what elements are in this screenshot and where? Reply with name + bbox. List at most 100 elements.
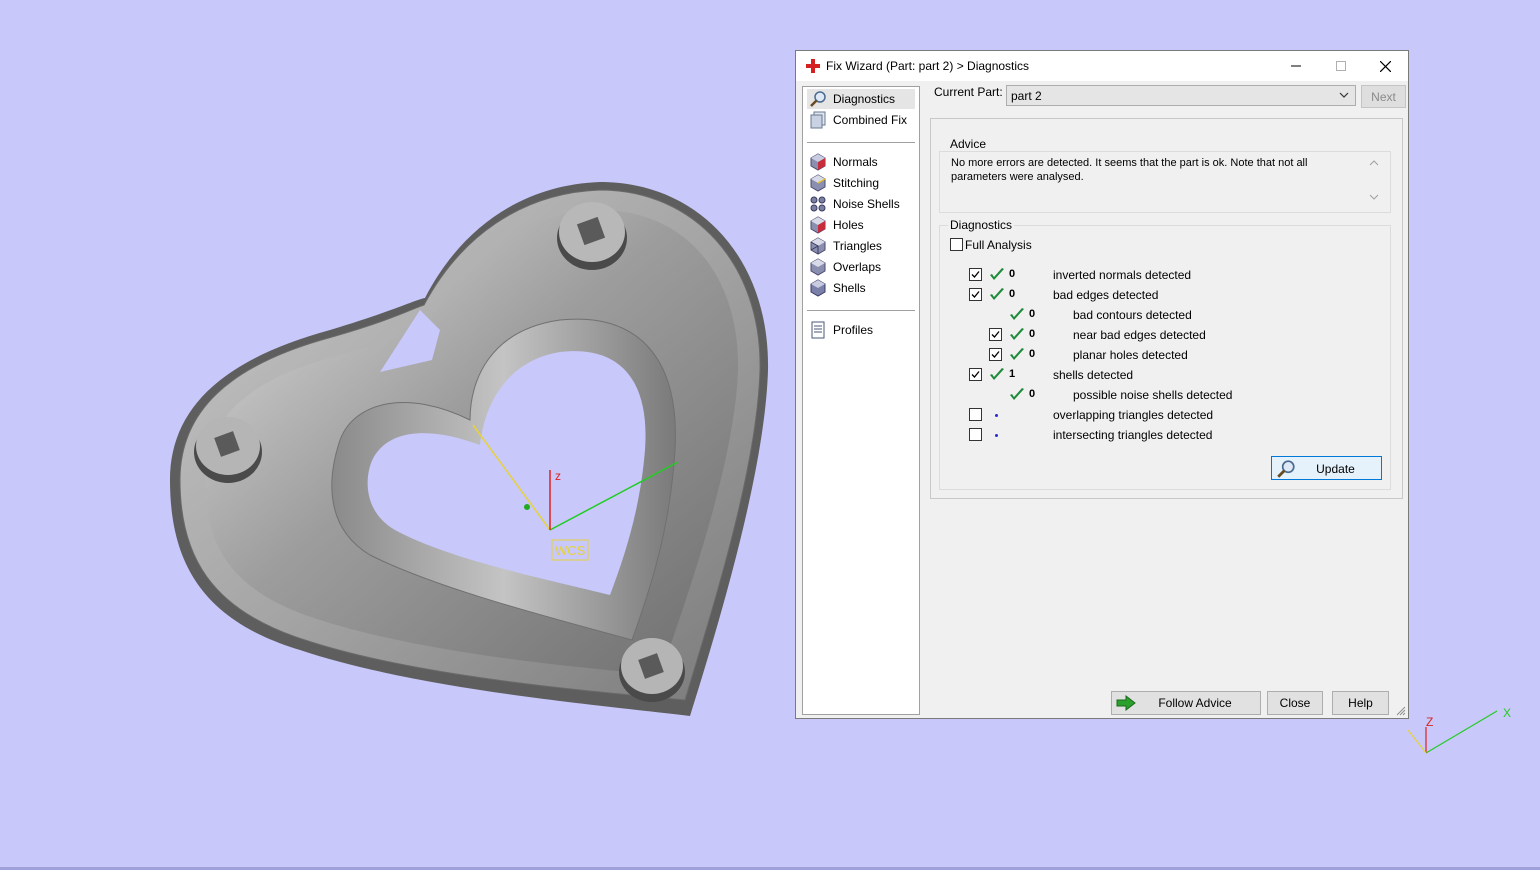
noise-shells-icon bbox=[810, 196, 826, 212]
green-check-icon bbox=[1009, 327, 1025, 343]
resize-grip-icon[interactable] bbox=[1396, 706, 1406, 716]
sidebar-item-label: Stitching bbox=[833, 176, 880, 190]
normals-cube-icon bbox=[810, 153, 826, 171]
sidebar-item-label: Noise Shells bbox=[833, 197, 900, 211]
close-window-button[interactable] bbox=[1363, 51, 1408, 81]
sidebar-item-noise-shells[interactable]: Noise Shells bbox=[807, 194, 915, 214]
sidebar-item-profiles[interactable]: Profiles bbox=[807, 320, 915, 340]
red-cross-icon bbox=[806, 59, 820, 73]
sidebar-item-label: Holes bbox=[833, 218, 864, 232]
sidebar-item-stitching[interactable]: Stitching bbox=[807, 173, 915, 193]
close-icon bbox=[1380, 60, 1391, 72]
current-part-select[interactable]: part 2 bbox=[1006, 85, 1356, 106]
diagnostic-checkbox[interactable] bbox=[989, 348, 1002, 361]
diagnostic-label: inverted normals detected bbox=[1053, 268, 1192, 282]
diagnostic-count: 0 bbox=[1009, 288, 1016, 300]
diagnostic-count: 0 bbox=[1029, 308, 1036, 320]
mini-y-axis bbox=[1407, 729, 1427, 754]
triangles-cube-icon bbox=[810, 237, 826, 255]
green-check-icon bbox=[1009, 347, 1025, 363]
minimize-button[interactable] bbox=[1273, 51, 1318, 81]
screw-boss-left bbox=[194, 417, 262, 483]
advice-legend: Advice bbox=[948, 137, 989, 151]
advice-text: No more errors are detected. It seems th… bbox=[951, 157, 1308, 183]
wcs-label: WCS bbox=[555, 543, 586, 558]
diagnostic-checkbox[interactable] bbox=[989, 328, 1002, 341]
maximize-button[interactable] bbox=[1318, 51, 1363, 81]
sidebar-item-triangles[interactable]: Triangles bbox=[807, 236, 915, 256]
diagnostic-count: 1 bbox=[1009, 368, 1016, 380]
screw-boss-bottom bbox=[619, 638, 685, 702]
update-label: Update bbox=[1316, 462, 1355, 476]
sidebar-divider bbox=[807, 310, 915, 311]
green-check-icon bbox=[989, 267, 1005, 283]
sidebar-divider bbox=[807, 142, 915, 143]
full-analysis-label: Full Analysis bbox=[965, 238, 1032, 252]
diagnostic-label: intersecting triangles detected bbox=[1053, 428, 1213, 442]
diagnostic-label: bad contours detected bbox=[1073, 308, 1192, 322]
follow-advice-label: Follow Advice bbox=[1158, 696, 1232, 710]
sidebar-item-label: Shells bbox=[833, 281, 866, 295]
current-part-value: part 2 bbox=[1011, 89, 1042, 103]
sidebar-item-combined-fix[interactable]: Combined Fix bbox=[807, 110, 915, 130]
holes-cube-icon bbox=[810, 216, 826, 234]
sidebar-item-normals[interactable]: Normals bbox=[807, 152, 915, 172]
diagnostic-checkbox[interactable] bbox=[969, 428, 982, 441]
sidebar-item-diagnostics[interactable]: Diagnostics bbox=[807, 89, 915, 109]
combined-fix-icon bbox=[810, 111, 826, 129]
not-analysed-dot-icon bbox=[995, 414, 998, 417]
green-arrow-icon bbox=[1116, 695, 1136, 711]
stitching-cube-icon bbox=[810, 174, 826, 192]
sidebar-item-shells[interactable]: Shells bbox=[807, 278, 915, 298]
green-check-icon bbox=[1009, 387, 1025, 403]
green-check-icon bbox=[1009, 307, 1025, 323]
window-title: Fix Wizard (Part: part 2) > Diagnostics bbox=[826, 59, 1030, 73]
overlaps-cube-icon bbox=[810, 258, 826, 276]
diagnostic-label: bad edges detected bbox=[1053, 288, 1159, 302]
mini-z-label: Z bbox=[1426, 715, 1433, 729]
origin-marker bbox=[524, 504, 530, 510]
diagnostic-count: 0 bbox=[1029, 348, 1036, 360]
diagnostic-label: shells detected bbox=[1053, 368, 1134, 382]
green-check-icon bbox=[989, 367, 1005, 383]
diagnostic-label: planar holes detected bbox=[1073, 348, 1188, 362]
mini-x-axis bbox=[1425, 710, 1498, 754]
diagnostic-checkbox[interactable] bbox=[969, 268, 982, 281]
diagnostic-checkbox[interactable] bbox=[969, 408, 982, 421]
close-button[interactable]: Close bbox=[1267, 691, 1323, 715]
sidebar-item-label: Triangles bbox=[833, 239, 882, 253]
advice-scrollbar[interactable] bbox=[1366, 155, 1382, 205]
shells-cube-icon bbox=[810, 279, 826, 297]
diagnostic-label: overlapping triangles detected bbox=[1053, 408, 1214, 422]
minimize-icon bbox=[1290, 65, 1301, 67]
diagnostic-count: 0 bbox=[1009, 268, 1016, 280]
sidebar-item-label: Diagnostics bbox=[833, 92, 896, 106]
mini-x-label: X bbox=[1503, 706, 1511, 720]
fix-wizard-dialog: Fix Wizard (Part: part 2) > Diagnostics … bbox=[795, 50, 1409, 719]
sidebar-item-label: Normals bbox=[833, 155, 878, 169]
titlebar[interactable]: Fix Wizard (Part: part 2) > Diagnostics bbox=[796, 51, 1408, 81]
diagnostics-legend: Diagnostics bbox=[948, 218, 1015, 232]
profiles-document-icon bbox=[811, 321, 825, 339]
sidebar-item-label: Overlaps bbox=[833, 260, 882, 274]
diagnostic-count: 0 bbox=[1029, 388, 1036, 400]
diagnostic-count: 0 bbox=[1029, 328, 1036, 340]
chevron-down-icon bbox=[1339, 92, 1349, 98]
follow-advice-button[interactable]: Follow Advice bbox=[1111, 691, 1261, 715]
help-button[interactable]: Help bbox=[1332, 691, 1389, 715]
sidebar-item-holes[interactable]: Holes bbox=[807, 215, 915, 235]
not-analysed-dot-icon bbox=[995, 434, 998, 437]
sidebar-item-overlaps[interactable]: Overlaps bbox=[807, 257, 915, 277]
green-check-icon bbox=[989, 287, 1005, 303]
diagnostic-checkbox[interactable] bbox=[969, 288, 982, 301]
update-button[interactable]: Update bbox=[1271, 456, 1382, 480]
diagnostic-label: near bad edges detected bbox=[1073, 328, 1206, 342]
sidebar-item-label: Profiles bbox=[833, 323, 874, 337]
diagnostic-checkbox[interactable] bbox=[969, 368, 982, 381]
magnifier-icon bbox=[810, 91, 826, 107]
sidebar-item-label: Combined Fix bbox=[833, 113, 908, 127]
next-button[interactable]: Next bbox=[1361, 85, 1406, 108]
full-analysis-checkbox[interactable] bbox=[950, 238, 963, 251]
z-axis-label: z bbox=[555, 469, 561, 483]
diagnostic-label: possible noise shells detected bbox=[1073, 388, 1233, 402]
